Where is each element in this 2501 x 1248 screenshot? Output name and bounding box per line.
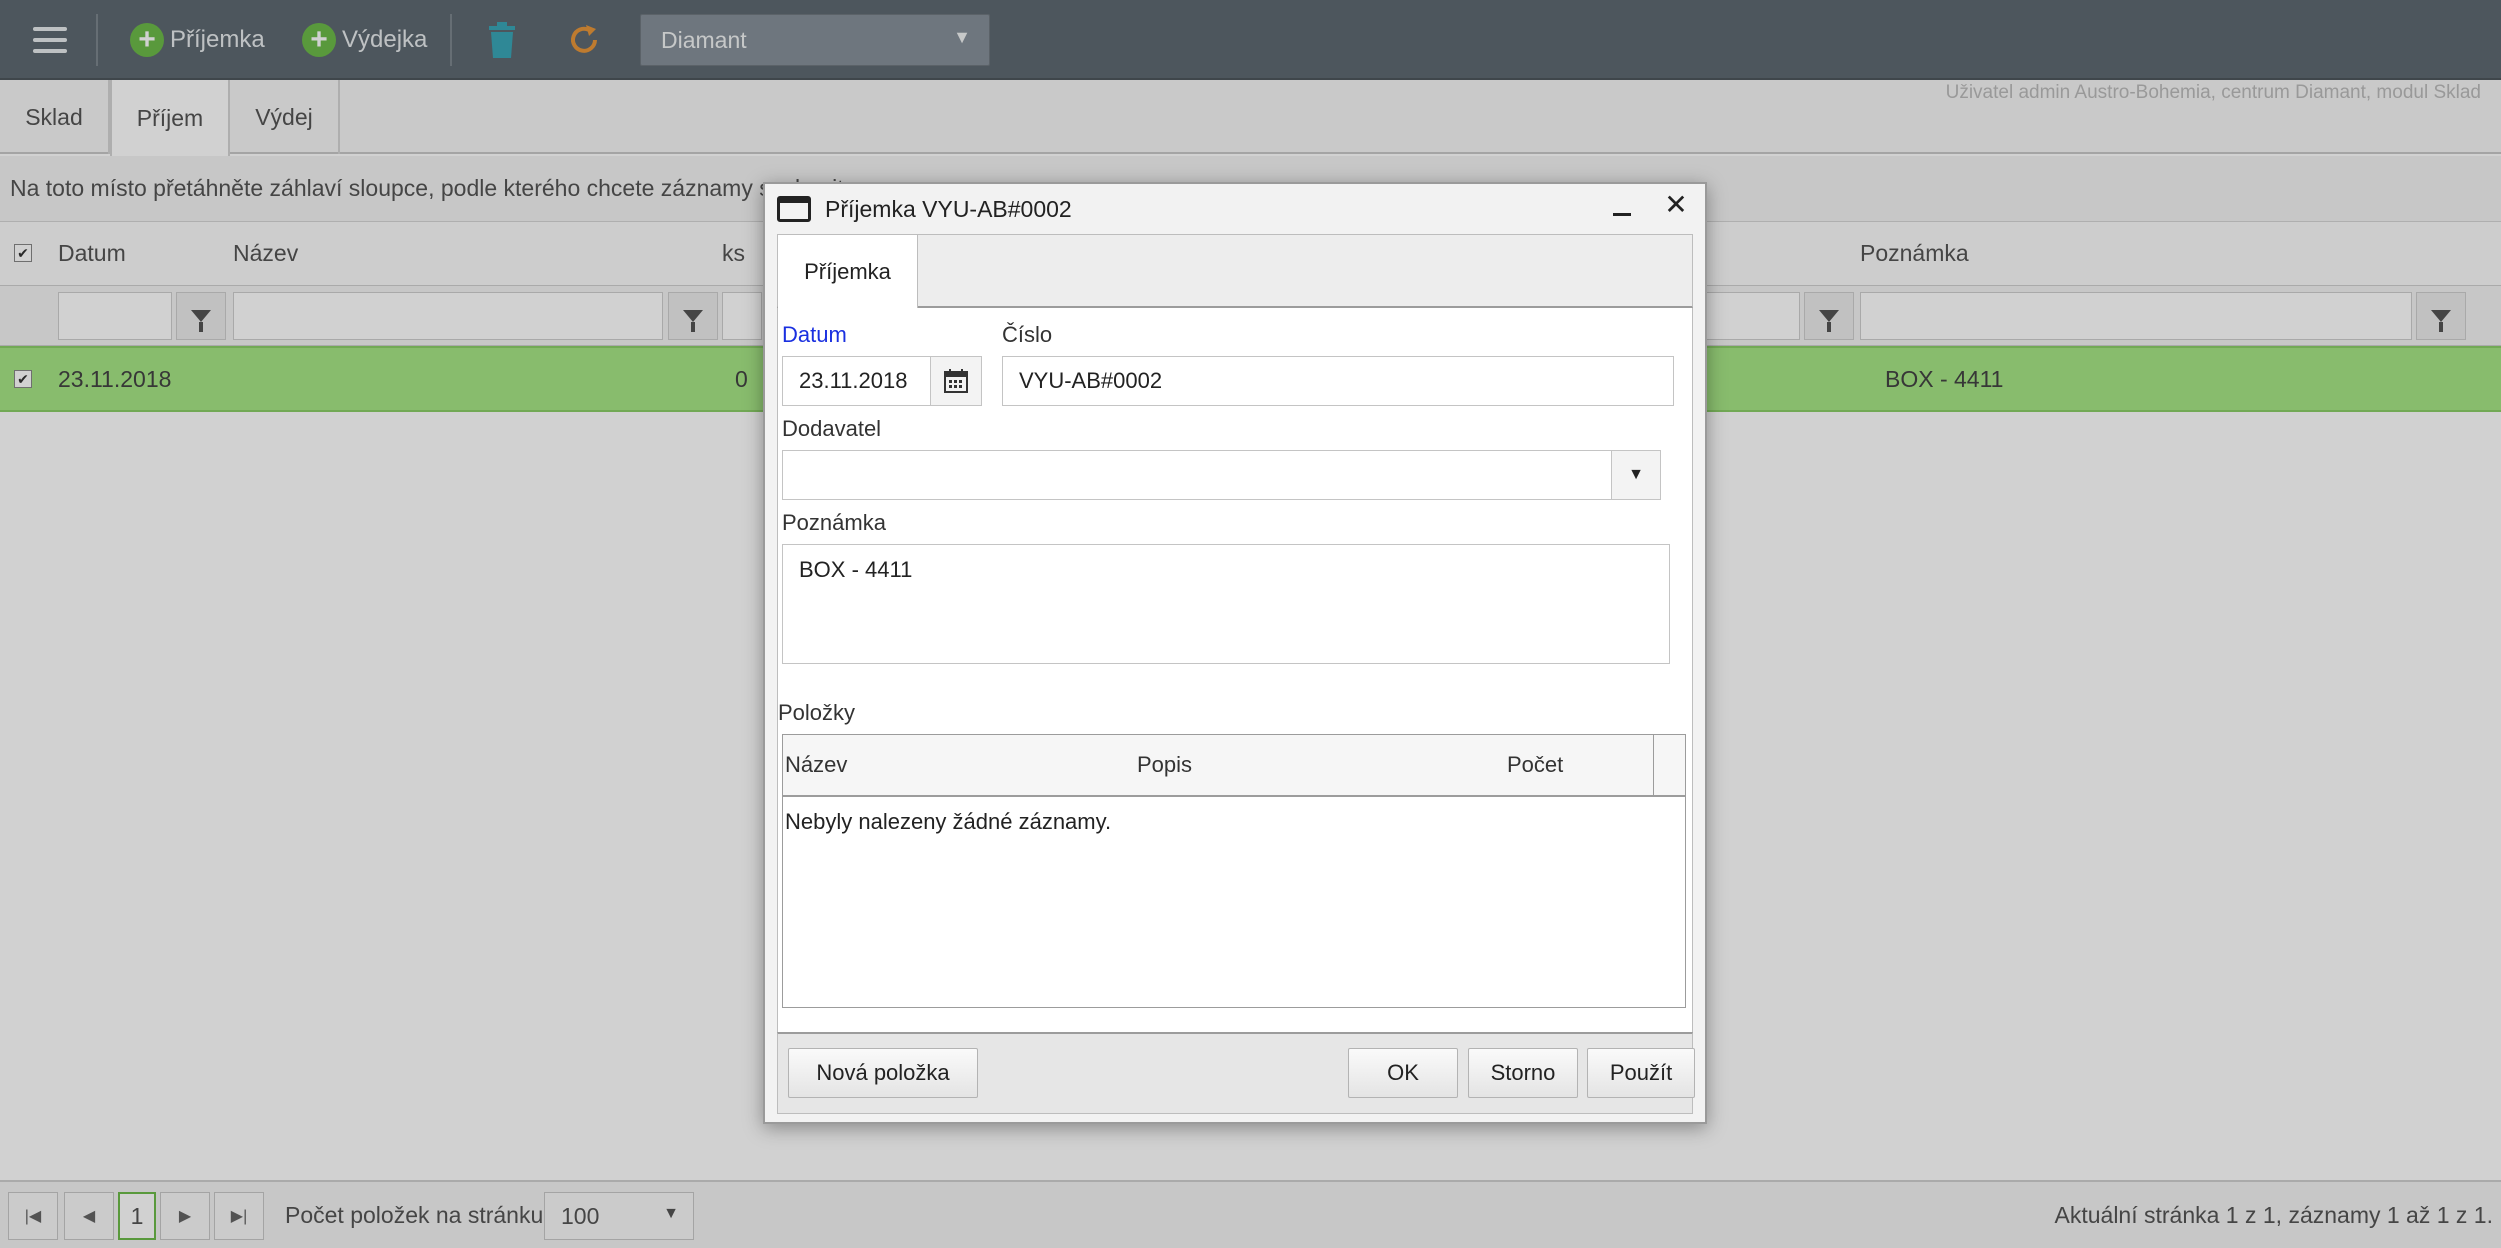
number-label: Číslo	[1002, 322, 1053, 347]
dialog-tabbar: Příjemka	[777, 234, 1693, 309]
note-textarea[interactable]: BOX - 4411	[782, 544, 1670, 664]
dialog-body: Datum 23.11.2018 Číslo VYU-AB#0002 Dodav…	[777, 308, 1693, 1032]
items-col-pocet[interactable]: Počet	[1507, 752, 1563, 778]
items-col-nazev[interactable]: Název	[785, 752, 847, 778]
cancel-button[interactable]: Storno	[1468, 1048, 1578, 1098]
minimize-button[interactable]	[1607, 192, 1637, 222]
items-label: Položky	[778, 700, 856, 725]
close-button[interactable]: ✕	[1661, 190, 1691, 220]
window-icon	[777, 196, 811, 222]
dialog-footer: Nová položka OK Storno Použít	[777, 1032, 1695, 1114]
date-value: 23.11.2018	[799, 368, 908, 393]
apply-button[interactable]: Použít	[1587, 1048, 1695, 1098]
ok-button[interactable]: OK	[1348, 1048, 1458, 1098]
calendar-icon	[944, 369, 968, 393]
date-picker-button[interactable]	[930, 356, 982, 406]
minimize-icon	[1613, 213, 1631, 216]
close-icon: ✕	[1664, 189, 1688, 220]
date-label: Datum	[782, 322, 847, 347]
dialog-title: Příjemka VYU-AB#0002	[825, 196, 1072, 222]
items-col-popis[interactable]: Popis	[1137, 752, 1192, 778]
dialog-titlebar[interactable]: Příjemka VYU-AB#0002 ✕	[765, 184, 1705, 232]
number-input[interactable]: VYU-AB#0002	[1002, 356, 1674, 406]
supplier-input[interactable]	[782, 450, 1612, 500]
chevron-down-icon: ▼	[1628, 466, 1644, 483]
number-value: VYU-AB#0002	[1019, 368, 1163, 393]
supplier-label: Dodavatel	[782, 416, 882, 441]
items-grid: Název Popis Počet Nebyly nalezeny žádné …	[782, 734, 1686, 1008]
note-value: BOX - 4411	[799, 557, 913, 582]
items-grid-scroll-header	[1653, 735, 1685, 795]
items-grid-header: Název Popis Počet	[783, 735, 1685, 797]
new-item-button[interactable]: Nová položka	[788, 1048, 978, 1098]
note-label: Poznámka	[782, 510, 886, 535]
supplier-dropdown-button[interactable]: ▼	[1611, 450, 1661, 500]
tab-prijemka-label: Příjemka	[804, 259, 891, 284]
receipt-dialog: Příjemka VYU-AB#0002 ✕ Příjemka Datum 23…	[763, 182, 1707, 1124]
date-input[interactable]: 23.11.2018	[782, 356, 932, 406]
tab-prijemka[interactable]: Příjemka	[778, 235, 918, 309]
items-empty-message: Nebyly nalezeny žádné záznamy.	[785, 809, 1112, 834]
